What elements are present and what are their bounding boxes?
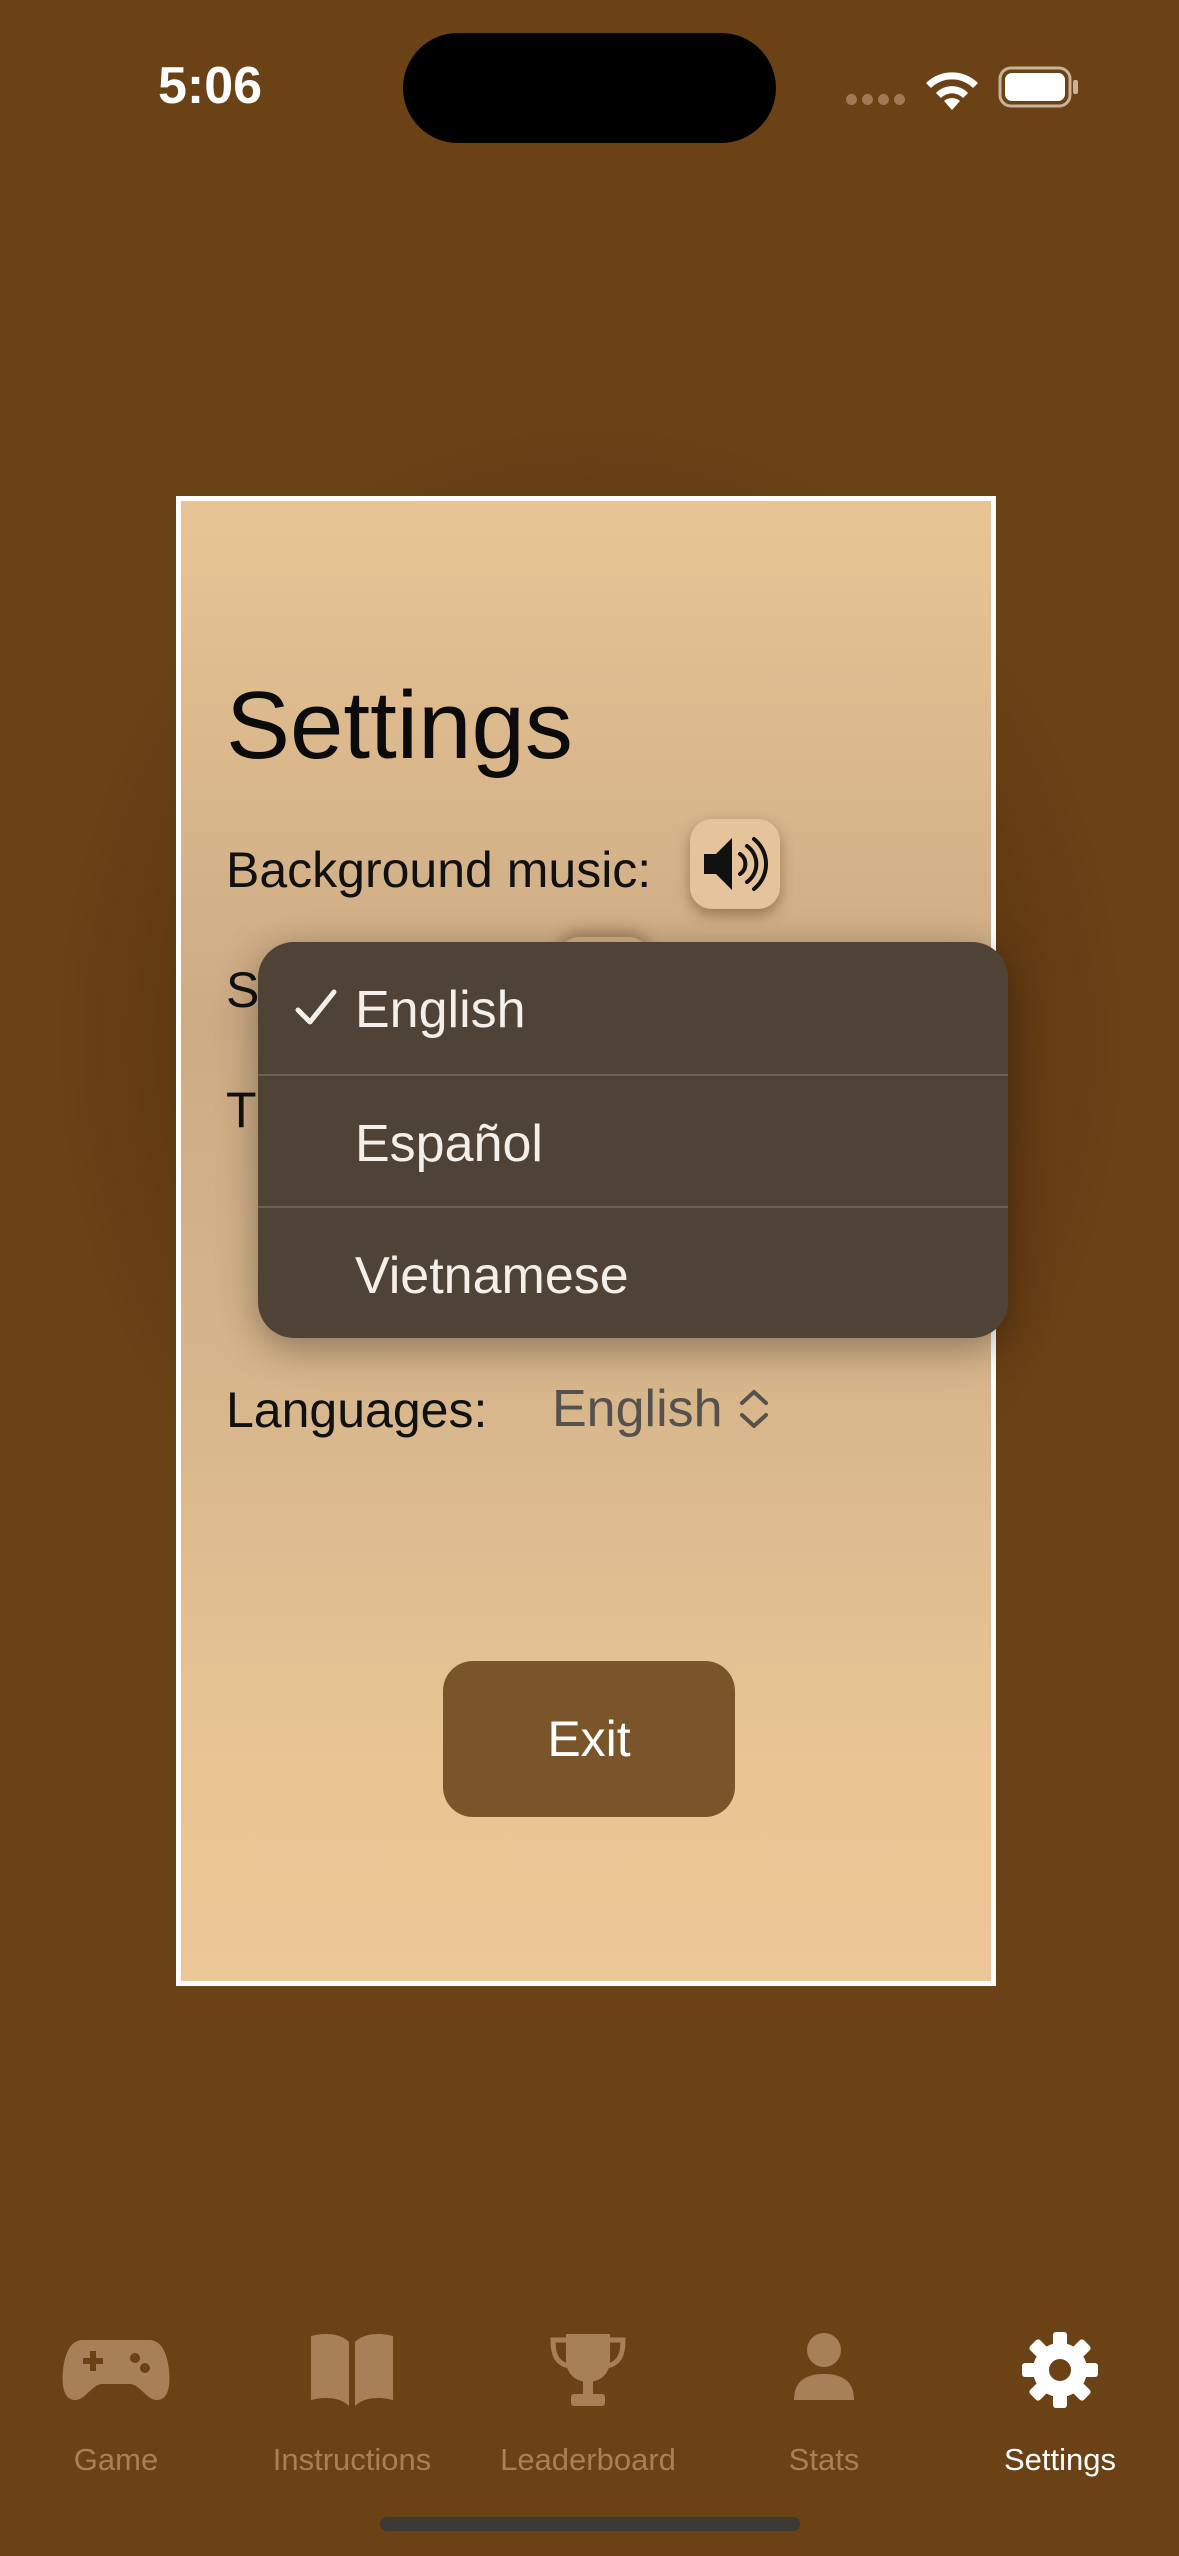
cellular-signal-icon [846, 94, 906, 106]
language-picker[interactable]: English [552, 1377, 771, 1441]
theme-label: T [226, 1082, 257, 1138]
tab-label: Instructions [272, 2442, 432, 2477]
language-menu: English Español Vietnamese [258, 942, 1008, 1338]
language-option-label: Español [355, 1115, 543, 1173]
exit-button[interactable]: Exit [443, 1661, 735, 1817]
tab-game[interactable]: Game [6, 2330, 226, 2490]
status-time: 5:06 [158, 57, 263, 115]
home-indicator[interactable] [380, 2517, 800, 2531]
checkmark-icon [295, 989, 337, 1025]
tab-leaderboard[interactable]: Leaderboard [478, 2330, 698, 2490]
wifi-icon [926, 72, 978, 110]
background-music-label: Background music: [226, 842, 652, 898]
tab-stats[interactable]: Stats [714, 2330, 934, 2490]
language-option-label: English [355, 981, 526, 1039]
page-title: Settings [226, 672, 573, 779]
gear-icon [1022, 2332, 1098, 2408]
tab-label: Stats [788, 2442, 860, 2477]
tab-instructions[interactable]: Instructions [242, 2330, 462, 2490]
chevron-up-down-icon [739, 1390, 768, 1428]
tab-label: Leaderboard [500, 2442, 676, 2477]
trophy-icon [550, 2334, 626, 2406]
speaker-icon [704, 837, 768, 891]
language-option-english[interactable]: English [258, 942, 1008, 1074]
dynamic-island [403, 33, 776, 143]
status-bar: 5:06 [0, 0, 1179, 170]
languages-label: Languages: [226, 1382, 488, 1438]
tab-label: Settings [1003, 2442, 1116, 2477]
battery-icon [998, 66, 1078, 108]
background-music-toggle[interactable] [690, 819, 780, 909]
language-option-label: Vietnamese [355, 1247, 629, 1305]
tab-settings[interactable]: Settings [950, 2330, 1170, 2490]
language-option-espanol[interactable]: Español [258, 1074, 1008, 1206]
gamepad-icon [62, 2340, 170, 2400]
person-icon [794, 2333, 854, 2400]
language-picker-value: English [552, 1380, 723, 1438]
book-icon [311, 2334, 393, 2406]
sound-effects-label: S [226, 962, 260, 1018]
tab-label: Game [73, 2442, 159, 2477]
language-option-vietnamese[interactable]: Vietnamese [258, 1206, 1008, 1338]
